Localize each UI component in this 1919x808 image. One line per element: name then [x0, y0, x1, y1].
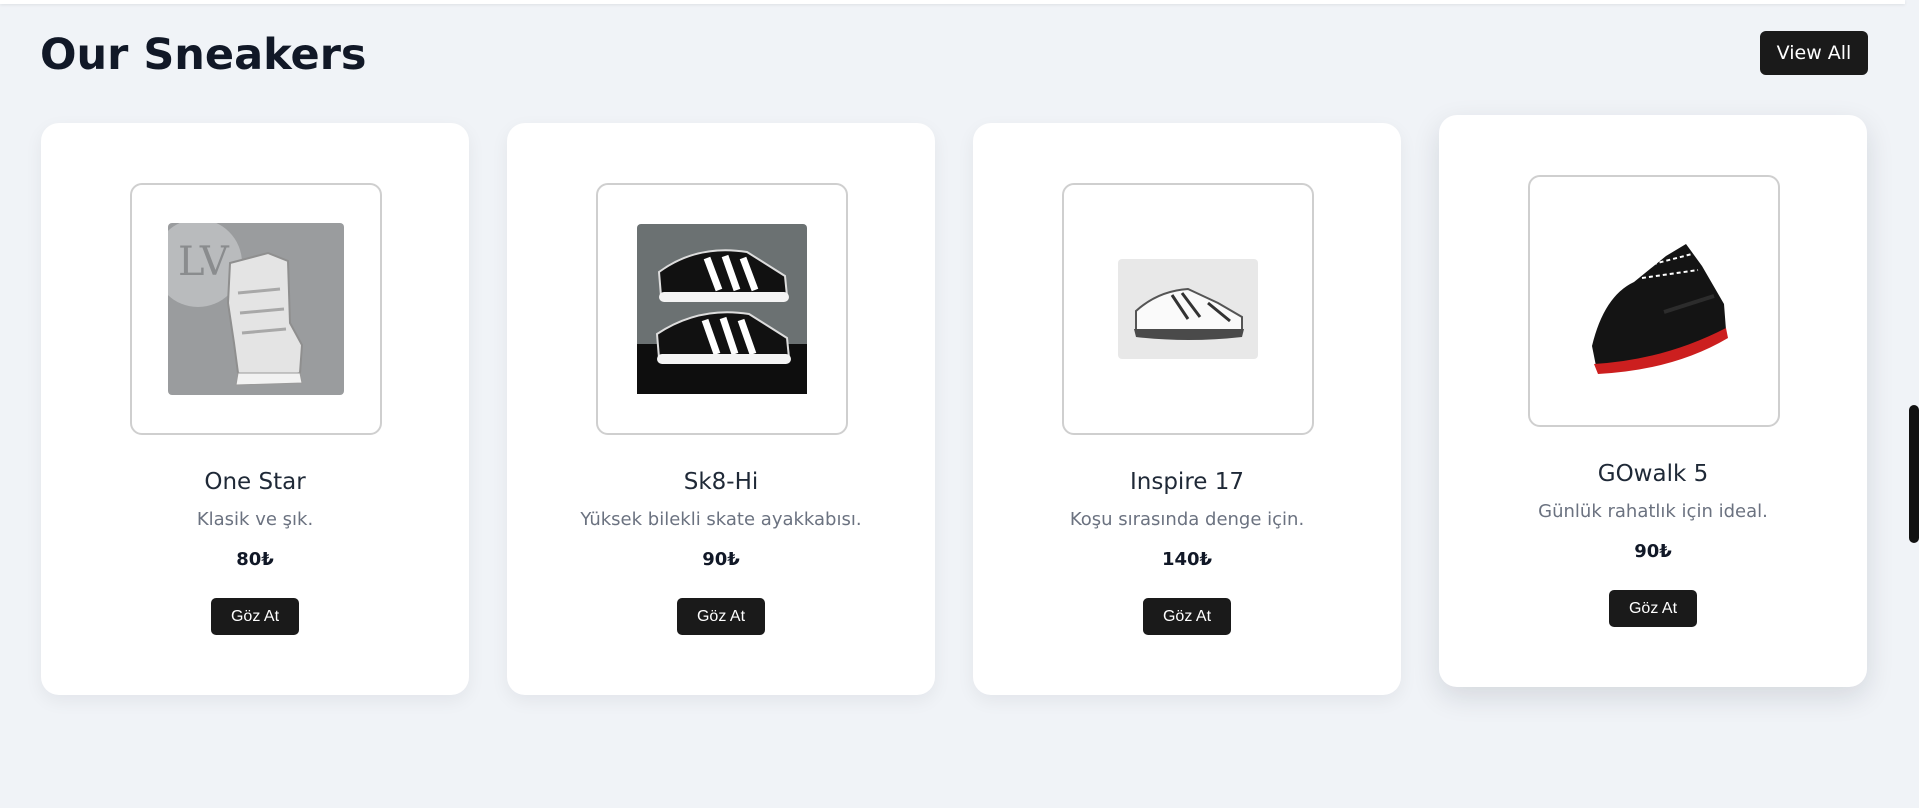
- product-description: Günlük rahatlık için ideal.: [1538, 501, 1768, 522]
- product-image-frame[interactable]: [1528, 175, 1780, 427]
- browse-button[interactable]: Göz At: [211, 598, 299, 635]
- product-name: GOwalk 5: [1597, 461, 1709, 487]
- section-title: Our Sneakers: [40, 30, 367, 80]
- product-price: 80₺: [236, 549, 274, 570]
- svg-text:LV: LV: [178, 239, 230, 285]
- product-name: Inspire 17: [1129, 469, 1244, 495]
- top-header-edge: [0, 0, 1905, 4]
- product-image-frame[interactable]: [596, 183, 848, 435]
- browse-button[interactable]: Göz At: [1143, 598, 1231, 635]
- high-top-sneaker-image: LV: [168, 223, 344, 395]
- product-price: 140₺: [1161, 549, 1213, 570]
- white-running-shoe-image: [1118, 259, 1258, 359]
- product-name: Sk8-Hi: [683, 469, 759, 495]
- product-card: LV One Star Klasik ve şık. 80₺ Göz At: [41, 123, 469, 695]
- product-price: 90₺: [702, 549, 740, 570]
- product-description: Klasik ve şık.: [196, 509, 314, 530]
- product-name: One Star: [204, 469, 306, 495]
- black-red-sneaker-image: [1592, 244, 1728, 374]
- view-all-button[interactable]: View All: [1760, 31, 1868, 75]
- browse-button[interactable]: Göz At: [1609, 590, 1697, 627]
- product-price: 90₺: [1634, 541, 1672, 562]
- striped-sneakers-image: [637, 224, 807, 394]
- product-image-frame[interactable]: LV: [130, 183, 382, 435]
- product-card: Sk8-Hi Yüksek bilekli skate ayakkabısı. …: [507, 123, 935, 695]
- product-card: GOwalk 5 Günlük rahatlık için ideal. 90₺…: [1439, 115, 1867, 687]
- product-image-frame[interactable]: [1062, 183, 1314, 435]
- scrollbar-thumb[interactable]: [1909, 405, 1919, 543]
- product-description: Koşu sırasında denge için.: [1069, 509, 1305, 530]
- browse-button[interactable]: Göz At: [677, 598, 765, 635]
- product-description: Yüksek bilekli skate ayakkabısı.: [580, 509, 862, 530]
- product-card: Inspire 17 Koşu sırasında denge için. 14…: [973, 123, 1401, 695]
